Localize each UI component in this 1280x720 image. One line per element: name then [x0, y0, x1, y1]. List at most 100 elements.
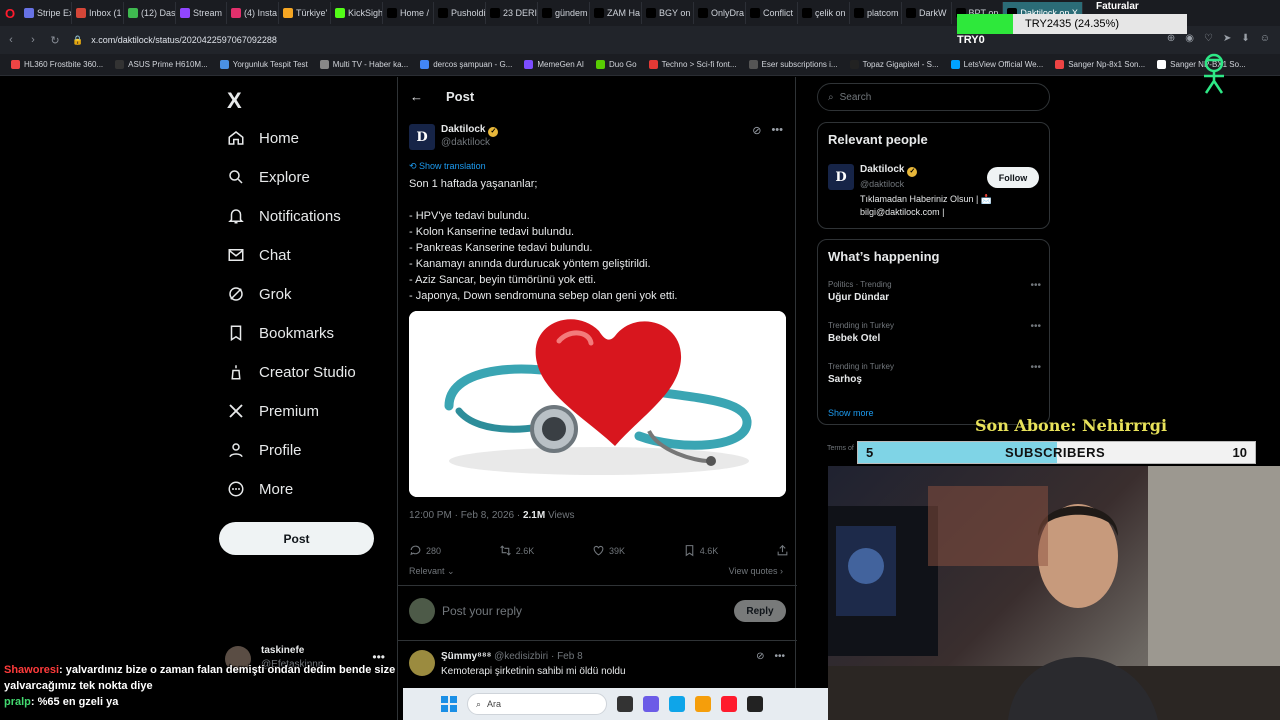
browser-tab[interactable]: 23 DERI — [486, 2, 539, 24]
reply-avatar[interactable] — [409, 650, 435, 676]
bookmark-item[interactable]: Techno > Sci-fi font... — [644, 60, 742, 69]
bookmark-item[interactable]: Topaz Gigapixel - S... — [845, 60, 944, 69]
browser-tab[interactable]: Stripe Ex — [20, 2, 72, 24]
nav-item-creator-studio[interactable]: Creator Studio — [227, 363, 356, 381]
bookmark-item[interactable]: Duo Go — [591, 60, 642, 69]
bookmark-item[interactable]: dercos şampuan - G... — [415, 60, 517, 69]
bookmark-item[interactable]: Eser subscriptions i... — [744, 60, 843, 69]
camera-icon[interactable]: ◉ — [1185, 33, 1194, 44]
trend-more-icon[interactable]: ••• — [1030, 362, 1041, 373]
bookmark-item[interactable]: HL360 Frostbite 360... — [6, 60, 108, 69]
relevant-name[interactable]: Daktilock ✓ — [860, 164, 918, 177]
nav-item-explore[interactable]: Explore — [227, 168, 310, 186]
browser-tab[interactable]: Stream — [176, 2, 228, 24]
relevant-handle[interactable]: @daktilock — [860, 179, 904, 189]
browser-tab[interactable]: platcom — [850, 2, 903, 24]
opera-logo-icon[interactable]: O — [0, 0, 20, 26]
steam-icon[interactable] — [747, 696, 763, 712]
trend-item[interactable]: Trending in Turkey Sarhoş ••• — [828, 362, 1041, 385]
reply-button[interactable]: Reply — [734, 600, 786, 622]
post-timestamp[interactable]: 12:00 PM · Feb 8, 2026 · — [409, 510, 523, 521]
share-action[interactable] — [776, 544, 789, 557]
bookmark-item[interactable]: LetsView Official We... — [946, 60, 1049, 69]
show-more-link[interactable]: Show more — [828, 408, 874, 418]
nav-item-grok[interactable]: Grok — [227, 285, 292, 303]
author-handle[interactable]: @daktilock — [441, 137, 490, 148]
nav-item-bookmarks[interactable]: Bookmarks — [227, 324, 334, 342]
bookmark-item[interactable]: Sanger Np-8x1 Son... — [1050, 60, 1150, 69]
browser-tab[interactable]: Home / — [383, 2, 435, 24]
browser-tab[interactable]: Conflict — [746, 2, 799, 24]
browser-tab[interactable]: OnlyDra — [694, 2, 747, 24]
task-view-icon[interactable] — [617, 696, 633, 712]
reply-sort-dropdown[interactable]: Relevant ⌄ — [409, 566, 455, 577]
browser-tab[interactable]: Inbox (1 — [72, 2, 124, 24]
view-quotes-link[interactable]: View quotes › — [729, 566, 783, 576]
follow-button[interactable]: Follow — [987, 167, 1039, 188]
browser-tab[interactable]: gündem — [538, 2, 591, 24]
reply-more-icon[interactable]: ••• — [774, 651, 785, 662]
back-arrow-icon[interactable]: ← — [410, 89, 423, 104]
trend-more-icon[interactable]: ••• — [1030, 280, 1041, 291]
post-image[interactable] — [409, 311, 786, 497]
show-translation-text[interactable]: Show translation — [419, 161, 486, 171]
extension-icon[interactable]: ⊕ — [1167, 33, 1175, 44]
post-more-icon[interactable]: ••• — [771, 124, 783, 137]
reply-action[interactable]: 280 — [409, 544, 441, 557]
bookmark-item[interactable]: Multi TV - Haber ka... — [315, 60, 413, 69]
nav-item-notifications[interactable]: Notifications — [227, 207, 341, 225]
edge-icon[interactable] — [669, 696, 685, 712]
nav-item-more[interactable]: More — [227, 480, 293, 498]
post-button[interactable]: Post — [219, 522, 374, 555]
bookmark-action[interactable]: 4.6K — [683, 544, 718, 557]
copilot-icon[interactable] — [643, 696, 659, 712]
bookmark-item[interactable]: MemeGen AI — [519, 60, 589, 69]
reply-author-handle[interactable]: @kedisizbiri — [494, 651, 548, 662]
author-avatar[interactable]: D — [409, 124, 435, 150]
x-logo-icon[interactable]: X — [227, 88, 242, 114]
browser-tab[interactable]: çelik on — [798, 2, 851, 24]
browser-tab[interactable]: ZAM Ha — [590, 2, 643, 24]
heart-icon[interactable]: ♡ — [1204, 33, 1213, 44]
relevant-avatar[interactable]: D — [828, 164, 854, 190]
reply-time[interactable]: Feb 8 — [557, 651, 583, 662]
relevant-name-text[interactable]: Daktilock — [860, 164, 904, 175]
bookmark-item[interactable]: Yorgunluk Tespit Test — [215, 60, 313, 69]
grok-analyze-icon[interactable]: ⊘ — [752, 124, 761, 137]
reload-icon[interactable]: ↻ — [44, 34, 66, 47]
search-input[interactable]: Search — [840, 92, 872, 103]
browser-tab[interactable]: Pusholdi — [434, 2, 487, 24]
account-icon[interactable]: ☺ — [1260, 33, 1270, 44]
forward-nav-icon[interactable]: › — [22, 34, 44, 46]
back-nav-icon[interactable]: ‹ — [0, 34, 22, 46]
taskbar-search-text[interactable]: Ara — [487, 699, 501, 709]
browser-tab[interactable]: BGY on — [642, 2, 695, 24]
trend-item[interactable]: Politics · Trending Uğur Dündar ••• — [828, 280, 1041, 303]
nav-item-home[interactable]: Home — [227, 129, 299, 147]
browser-tab[interactable]: KickSigh — [331, 2, 384, 24]
show-translation-link[interactable]: ⟲ Show translation — [409, 161, 486, 172]
opera-icon[interactable] — [721, 696, 737, 712]
nav-item-chat[interactable]: Chat — [227, 246, 291, 264]
like-action[interactable]: 39K — [592, 544, 625, 557]
download-icon[interactable]: ⬇ — [1241, 33, 1249, 44]
nav-item-premium[interactable]: Premium — [227, 402, 319, 420]
terms-link[interactable]: Terms of — [827, 445, 854, 452]
trend-item[interactable]: Trending in Turkey Bebek Otel ••• — [828, 321, 1041, 344]
nav-item-profile[interactable]: Profile — [227, 441, 302, 459]
browser-tab[interactable]: (12) Das — [124, 2, 176, 24]
browser-tab[interactable]: DarkW — [902, 2, 952, 24]
send-icon[interactable]: ➤ — [1223, 33, 1231, 44]
author-name-text[interactable]: Daktilock — [441, 124, 485, 135]
trend-more-icon[interactable]: ••• — [1030, 321, 1041, 332]
reply-input[interactable]: Post your reply — [442, 604, 522, 618]
grok-analyze-icon[interactable]: ⊘ — [756, 651, 764, 662]
taskbar-search[interactable]: ⌕ Ara — [467, 693, 607, 715]
windows-start-icon[interactable] — [441, 696, 457, 712]
browser-tab[interactable]: Türkiye' — [279, 2, 332, 24]
explorer-icon[interactable] — [695, 696, 711, 712]
browser-tab[interactable]: (4) Insta — [227, 2, 280, 24]
bookmark-item[interactable]: ASUS Prime H610M... — [110, 60, 213, 69]
author-name[interactable]: Daktilock ✓ — [441, 124, 499, 137]
search-box[interactable]: ⌕ Search — [817, 83, 1050, 111]
